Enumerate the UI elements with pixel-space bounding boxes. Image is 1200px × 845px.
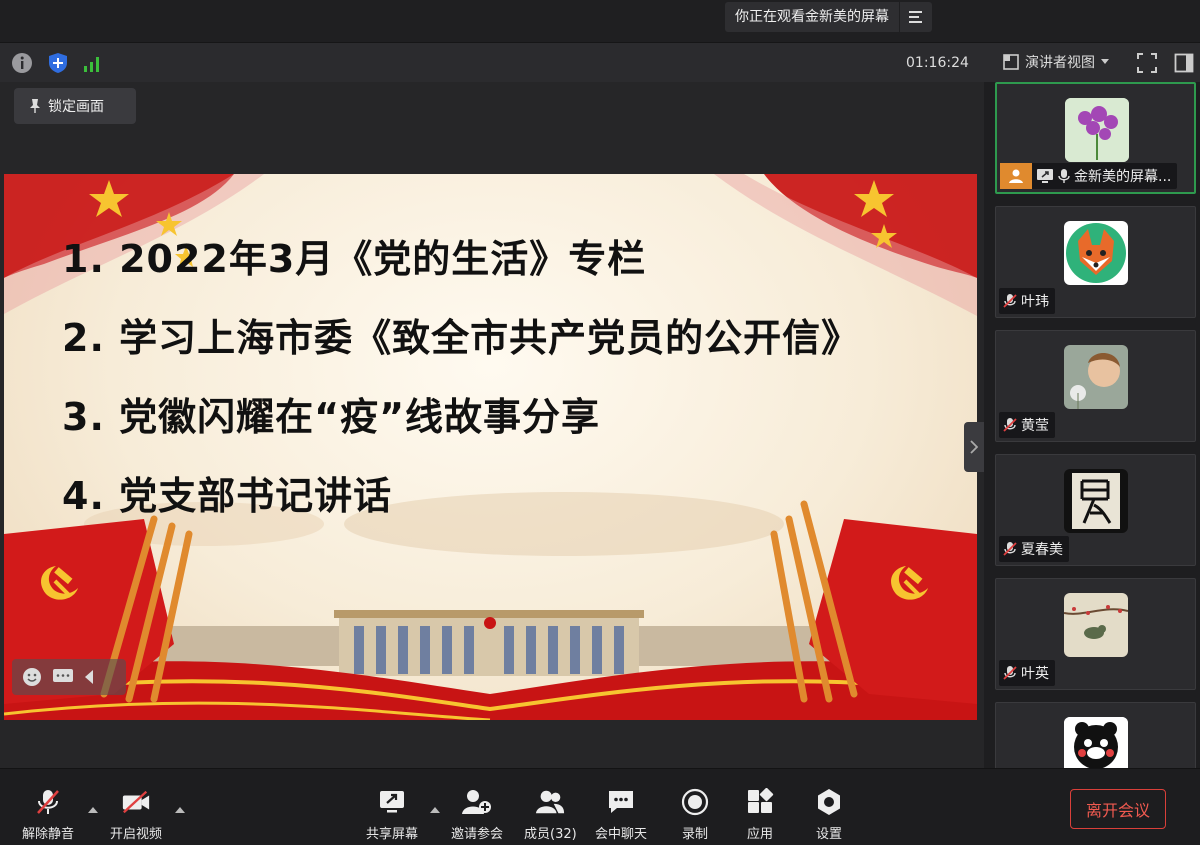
record-icon bbox=[680, 787, 710, 817]
chevron-right-icon bbox=[970, 440, 978, 454]
signal-icon[interactable] bbox=[82, 52, 104, 74]
host-icon bbox=[1000, 163, 1032, 189]
layout-icon bbox=[1003, 54, 1019, 70]
settings-button[interactable]: 设置 bbox=[814, 787, 844, 842]
participant-tile[interactable]: 夏春美 bbox=[995, 454, 1196, 566]
participant-tile[interactable]: 金新美的屏幕... bbox=[995, 82, 1196, 194]
caret-down-icon bbox=[1101, 59, 1109, 64]
participant-name: 夏春美 bbox=[1021, 542, 1063, 558]
speaker-view-dropdown[interactable]: 演讲者视图 bbox=[1003, 52, 1109, 72]
apps-icon bbox=[745, 787, 775, 817]
members-label: 成员(32) bbox=[524, 827, 577, 842]
shared-screen-stage: 锁定画面 1. 2022年3月《党的生活》专栏 2. 学习上海市委《致全市共产党… bbox=[0, 82, 984, 768]
participant-name-bar: 黄莹 bbox=[999, 412, 1055, 438]
start-video-label: 开启视频 bbox=[110, 827, 163, 842]
agenda-list: 1. 2022年3月《党的生活》专栏 2. 学习上海市委《致全市共产党员的公开信… bbox=[62, 234, 860, 550]
add-user-icon bbox=[462, 787, 492, 817]
share-screen-button[interactable]: 共享屏幕 bbox=[366, 787, 418, 842]
agenda-item: 2. 学习上海市委《致全市共产党员的公开信》 bbox=[62, 316, 861, 360]
participant-avatar bbox=[1064, 593, 1128, 657]
participant-video-panel: 金新美的屏幕... 叶玮 黄莹 夏春美 叶英 bbox=[984, 82, 1200, 768]
fullscreen-icon[interactable] bbox=[1136, 52, 1158, 74]
video-options-caret-icon[interactable] bbox=[175, 807, 185, 813]
unmute-button[interactable]: 解除静音 bbox=[22, 787, 74, 842]
participant-tile[interactable]: 叶玮 bbox=[995, 206, 1196, 318]
start-video-button[interactable]: 开启视频 bbox=[110, 787, 162, 842]
invite-button[interactable]: 邀请参会 bbox=[451, 787, 503, 842]
participant-name-bar: 金新美的屏幕... bbox=[1000, 163, 1178, 189]
pin-icon bbox=[30, 99, 40, 113]
info-icon[interactable] bbox=[11, 52, 33, 74]
viewing-screen-text: 你正在观看金新美的屏幕 bbox=[725, 2, 900, 32]
members-button[interactable]: 成员(32) bbox=[524, 787, 577, 842]
participant-tile[interactable]: 叶英 bbox=[995, 578, 1196, 690]
participant-name: 黄莹 bbox=[1021, 418, 1049, 434]
meeting-status-bar: 01:16:24 演讲者视图 bbox=[0, 42, 1200, 82]
lock-view-label: 锁定画面 bbox=[48, 99, 104, 115]
settings-label: 设置 bbox=[815, 827, 842, 842]
menu-icon[interactable] bbox=[900, 2, 932, 32]
participant-avatar bbox=[1065, 98, 1129, 162]
participant-name-bar: 叶玮 bbox=[999, 288, 1055, 314]
participant-name: 金新美的屏幕... bbox=[1074, 169, 1172, 185]
share-screen-label: 共享屏幕 bbox=[366, 827, 419, 842]
reactions-bar bbox=[12, 659, 126, 695]
meeting-toolbar: 解除静音 开启视频 共享屏幕 邀请参会 成员(32) 会中聊天 录制 应用 设置… bbox=[0, 768, 1200, 845]
speaker-view-label: 演讲者视图 bbox=[1025, 55, 1095, 71]
gear-icon bbox=[814, 787, 844, 817]
microphone-icon bbox=[1058, 169, 1070, 183]
muted-mic-icon bbox=[33, 787, 63, 817]
share-screen-icon bbox=[377, 787, 407, 817]
agenda-item: 3. 党徽闪耀在“疫”线故事分享 bbox=[62, 395, 601, 439]
muted-mic-icon bbox=[1003, 542, 1017, 556]
chat-icon bbox=[606, 787, 636, 817]
participant-avatar bbox=[1064, 469, 1128, 533]
apps-label: 应用 bbox=[746, 827, 773, 842]
share-options-caret-icon[interactable] bbox=[430, 807, 440, 813]
record-button[interactable]: 录制 bbox=[680, 787, 710, 842]
participant-name-bar: 夏春美 bbox=[999, 536, 1069, 562]
participant-avatar bbox=[1064, 221, 1128, 285]
participant-name-bar: 叶英 bbox=[999, 660, 1055, 686]
audio-options-caret-icon[interactable] bbox=[88, 807, 98, 813]
comment-icon[interactable] bbox=[52, 668, 74, 686]
participant-tile[interactable] bbox=[995, 702, 1196, 768]
members-icon bbox=[535, 787, 565, 817]
top-strip: 你正在观看金新美的屏幕 bbox=[0, 0, 1200, 42]
muted-mic-icon bbox=[1003, 666, 1017, 680]
participant-tile[interactable]: 黄莹 bbox=[995, 330, 1196, 442]
presentation-slide: 1. 2022年3月《党的生活》专栏 2. 学习上海市委《致全市共产党员的公开信… bbox=[4, 174, 977, 720]
screen-share-icon bbox=[1037, 169, 1053, 183]
chat-label: 会中聊天 bbox=[595, 827, 648, 842]
muted-mic-icon bbox=[1003, 294, 1017, 308]
unmute-label: 解除静音 bbox=[22, 827, 75, 842]
video-off-icon bbox=[121, 787, 151, 817]
panel-collapse-handle[interactable] bbox=[964, 422, 984, 472]
shield-icon[interactable] bbox=[47, 52, 69, 74]
leave-meeting-button[interactable]: 离开会议 bbox=[1070, 789, 1166, 829]
invite-label: 邀请参会 bbox=[451, 827, 504, 842]
participant-avatar bbox=[1064, 345, 1128, 409]
participant-name: 叶英 bbox=[1021, 666, 1049, 682]
muted-mic-icon bbox=[1003, 418, 1017, 432]
viewing-screen-banner[interactable]: 你正在观看金新美的屏幕 bbox=[725, 2, 932, 32]
participant-name: 叶玮 bbox=[1021, 294, 1049, 310]
record-label: 录制 bbox=[681, 827, 708, 842]
agenda-item: 4. 党支部书记讲话 bbox=[62, 474, 393, 518]
meeting-timer: 01:16:24 bbox=[906, 55, 969, 71]
emoji-icon[interactable] bbox=[22, 667, 42, 687]
chat-button[interactable]: 会中聊天 bbox=[595, 787, 647, 842]
collapse-left-icon[interactable] bbox=[84, 670, 94, 684]
participant-avatar bbox=[1064, 717, 1128, 768]
apps-button[interactable]: 应用 bbox=[745, 787, 775, 842]
agenda-item: 1. 2022年3月《党的生活》专栏 bbox=[62, 237, 647, 281]
sidebar-toggle-icon[interactable] bbox=[1174, 53, 1194, 73]
lock-view-button[interactable]: 锁定画面 bbox=[14, 88, 136, 124]
